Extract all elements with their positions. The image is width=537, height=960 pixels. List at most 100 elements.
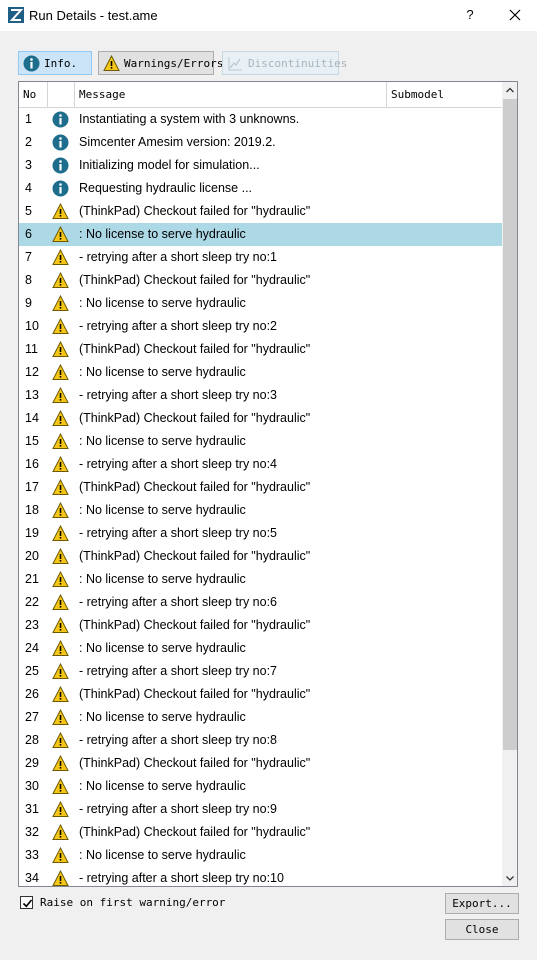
table-row[interactable]: 30: No license to serve hydraulic <box>19 775 502 798</box>
table-row[interactable]: 25 - retrying after a short sleep try no:… <box>19 660 502 683</box>
row-message: - retrying after a short sleep try no:2 <box>79 319 278 333</box>
warning-icon <box>52 570 69 588</box>
table-row[interactable]: 17 (ThinkPad) Checkout failed for "hydrau… <box>19 476 502 499</box>
table-row[interactable]: 34 - retrying after a short sleep try no:… <box>19 867 502 886</box>
row-number: 9 <box>25 296 32 310</box>
raise-on-first-warning-checkbox[interactable] <box>20 896 33 909</box>
row-number: 3 <box>25 158 32 172</box>
row-number: 21 <box>25 572 39 586</box>
row-message: - retrying after a short sleep try no:4 <box>79 457 278 471</box>
row-number: 26 <box>25 687 39 701</box>
window-close-button[interactable] <box>500 4 530 26</box>
table-row[interactable]: 27: No license to serve hydraulic <box>19 706 502 729</box>
row-message: Initializing model for simulation... <box>79 158 260 172</box>
warning-icon <box>52 271 69 289</box>
raise-on-first-warning-option[interactable]: Raise on first warning/error <box>20 896 225 909</box>
row-number: 23 <box>25 618 39 632</box>
warning-icon <box>52 731 69 749</box>
table-header: No Message Submodel <box>19 82 502 108</box>
table-row[interactable]: 28 - retrying after a short sleep try no:… <box>19 729 502 752</box>
row-message: : No license to serve hydraulic <box>79 779 246 793</box>
warning-icon <box>52 685 69 703</box>
info-icon <box>52 111 69 128</box>
vertical-scrollbar[interactable] <box>502 82 517 886</box>
row-message: : No license to serve hydraulic <box>79 641 246 655</box>
table-row[interactable]: 1 Instantiating a system with 3 unknowns. <box>19 108 502 131</box>
table-row[interactable]: 12: No license to serve hydraulic <box>19 361 502 384</box>
warning-icon <box>52 409 69 427</box>
table-row[interactable]: 6 : No license to serve hydraulic <box>19 223 502 246</box>
amesim-app-icon <box>8 7 24 23</box>
warning-icon <box>52 547 69 565</box>
warning-icon <box>52 317 69 335</box>
warning-icon <box>52 823 69 841</box>
discontinuities-filter-toggle[interactable]: Discontinuities <box>222 51 347 75</box>
table-row[interactable]: 3 Initializing model for simulation... <box>19 154 502 177</box>
row-message: (ThinkPad) Checkout failed for "hydrauli… <box>79 342 311 356</box>
row-message: Simcenter Amesim version: 2019.2. <box>79 135 276 149</box>
table-row[interactable]: 13 - retrying after a short sleep try no:… <box>19 384 502 407</box>
table-row[interactable]: 33 : No license to serve hydraulic <box>19 844 502 867</box>
table-row[interactable]: 11 (ThinkPad) Checkout failed for "hydrau… <box>19 338 502 361</box>
row-number: 20 <box>25 549 39 563</box>
row-message: : No license to serve hydraulic <box>79 227 246 241</box>
warning-icon <box>52 386 69 404</box>
info-icon <box>52 180 69 197</box>
table-row[interactable]: 20 (ThinkPad) Checkout failed for "hydrau… <box>19 545 502 568</box>
table-row[interactable]: 16 - retrying after a short sleep try no:… <box>19 453 502 476</box>
table-row[interactable]: 31 - retrying after a short sleep try no:… <box>19 798 502 821</box>
row-number: 28 <box>25 733 39 747</box>
row-message: Instantiating a system with 3 unknowns. <box>79 112 300 126</box>
scroll-down-button[interactable] <box>502 870 517 886</box>
table-row[interactable]: 22 - retrying after a short sleep try no:… <box>19 591 502 614</box>
row-number: 29 <box>25 756 39 770</box>
table-row[interactable]: 26 (ThinkPad) Checkout failed for "hydrau… <box>19 683 502 706</box>
row-number: 27 <box>25 710 39 724</box>
table-row[interactable]: 32 (ThinkPad) Checkout failed for "hydrau… <box>19 821 502 844</box>
warnings-errors-filter-toggle[interactable]: Warnings/Errors <box>98 51 223 75</box>
row-number: 17 <box>25 480 39 494</box>
row-number: 10 <box>25 319 39 333</box>
table-row[interactable]: 15: No license to serve hydraulic <box>19 430 502 453</box>
column-header-message[interactable]: Message <box>75 82 387 108</box>
warning-icon <box>103 54 120 72</box>
table-row[interactable]: 29 (ThinkPad) Checkout failed for "hydrau… <box>19 752 502 775</box>
column-header-icon[interactable] <box>48 82 75 108</box>
help-button[interactable]: ? <box>458 4 482 26</box>
warning-icon <box>52 777 69 795</box>
column-header-submodel[interactable]: Submodel <box>387 82 502 108</box>
table-row[interactable]: 18: No license to serve hydraulic <box>19 499 502 522</box>
row-message: : No license to serve hydraulic <box>79 848 246 862</box>
table-row[interactable]: 4 Requesting hydraulic license ... <box>19 177 502 200</box>
warning-icon <box>52 639 69 657</box>
table-row[interactable]: 24 : No license to serve hydraulic <box>19 637 502 660</box>
row-number: 1 <box>25 112 32 126</box>
row-message: : No license to serve hydraulic <box>79 365 246 379</box>
table-row[interactable]: 21: No license to serve hydraulic <box>19 568 502 591</box>
table-row[interactable]: 9: No license to serve hydraulic <box>19 292 502 315</box>
table-row[interactable]: 5 (ThinkPad) Checkout failed for "hydraul… <box>19 200 502 223</box>
row-number: 6 <box>25 227 32 241</box>
info-filter-label: Info. <box>44 56 78 70</box>
table-row[interactable]: 2 Simcenter Amesim version: 2019.2. <box>19 131 502 154</box>
row-message: - retrying after a short sleep try no:7 <box>79 664 278 678</box>
table-row[interactable]: 7 - retrying after a short sleep try no:1 <box>19 246 502 269</box>
row-message: - retrying after a short sleep try no:9 <box>79 802 278 816</box>
row-message: - retrying after a short sleep try no:3 <box>79 388 278 402</box>
table-row[interactable]: 10 - retrying after a short sleep try no:… <box>19 315 502 338</box>
table-row[interactable]: 19 - retrying after a short sleep try no:… <box>19 522 502 545</box>
row-number: 33 <box>25 848 39 862</box>
scroll-up-button[interactable] <box>502 82 517 98</box>
info-filter-toggle[interactable]: Info. <box>18 51 92 75</box>
export-button[interactable]: Export... <box>445 893 519 914</box>
warning-icon <box>52 869 69 886</box>
column-header-no[interactable]: No <box>19 82 48 108</box>
table-row[interactable]: 8 (ThinkPad) Checkout failed for "hydraul… <box>19 269 502 292</box>
close-button[interactable]: Close <box>445 919 519 940</box>
row-number: 24 <box>25 641 39 655</box>
warning-icon <box>52 846 69 864</box>
table-row[interactable]: 23 (ThinkPad) Checkout failed for "hydrau… <box>19 614 502 637</box>
scrollbar-thumb[interactable] <box>503 99 517 750</box>
table-row[interactable]: 14 (ThinkPad) Checkout failed for "hydrau… <box>19 407 502 430</box>
row-message: - retrying after a short sleep try no:5 <box>79 526 278 540</box>
